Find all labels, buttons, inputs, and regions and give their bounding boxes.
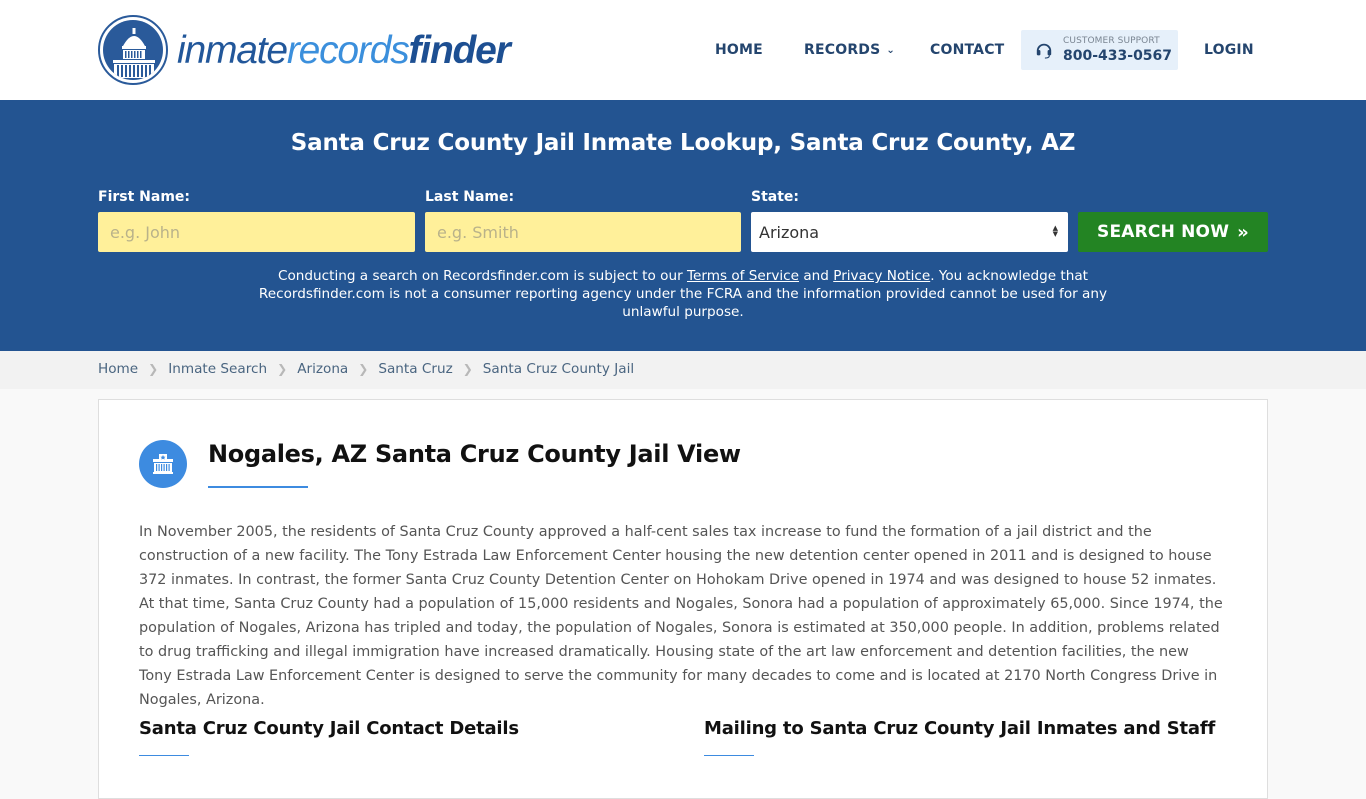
breadcrumb: Home ❯ Inmate Search ❯ Arizona ❯ Santa C… <box>0 351 1366 389</box>
nav-home[interactable]: HOME <box>715 42 763 58</box>
contact-details-heading: Santa Cruz County Jail Contact Details <box>139 718 519 739</box>
double-chevron-right-icon: » <box>1237 221 1249 243</box>
capitol-dome-icon <box>98 15 168 85</box>
page-title: Santa Cruz County Jail Inmate Lookup, Sa… <box>290 130 1076 156</box>
chevron-right-icon: ❯ <box>358 362 369 376</box>
mailing-heading-underline <box>704 755 754 756</box>
search-disclaimer: Conducting a search on Recordsfinder.com… <box>258 267 1108 321</box>
terms-of-service-link[interactable]: Terms of Service <box>687 268 799 284</box>
nav-contact[interactable]: CONTACT <box>930 42 1004 58</box>
first-name-input[interactable] <box>98 212 415 252</box>
logo-wordmark: inmaterecordsfinder <box>177 28 511 72</box>
chevron-right-icon: ❯ <box>462 362 473 376</box>
logo-text-finder: finder <box>408 28 511 72</box>
support-label: CUSTOMER SUPPORT <box>1063 36 1160 46</box>
breadcrumb-santa-cruz-county-jail[interactable]: Santa Cruz County Jail <box>483 361 634 377</box>
logo-text-inmate: inmate <box>177 28 288 72</box>
privacy-notice-link[interactable]: Privacy Notice <box>833 268 930 284</box>
state-select-value: Arizona <box>759 222 820 242</box>
breadcrumb-arizona[interactable]: Arizona <box>297 361 348 377</box>
state-select[interactable]: Arizona ▲ ▼ <box>751 212 1068 252</box>
last-name-label: Last Name: <box>425 189 515 205</box>
select-arrows-icon: ▲ ▼ <box>1052 224 1058 238</box>
search-now-button[interactable]: SEARCH NOW » <box>1078 212 1268 252</box>
disclaimer-text-1: Conducting a search on Recordsfinder.com… <box>277 268 687 284</box>
site-logo[interactable]: inmaterecordsfinder <box>98 15 511 85</box>
last-name-input[interactable] <box>425 212 741 252</box>
chevron-down-icon: ⌄ <box>886 45 895 56</box>
nav-records-label: RECORDS <box>804 42 881 58</box>
site-header: inmaterecordsfinder HOME RECORDS ⌄ CONTAC… <box>0 0 1366 100</box>
mailing-heading: Mailing to Santa Cruz County Jail Inmate… <box>704 718 1216 739</box>
nav-records-dropdown[interactable]: RECORDS ⌄ <box>804 42 895 58</box>
first-name-label: First Name: <box>98 189 191 205</box>
title-underline <box>208 486 308 488</box>
chevron-right-icon: ❯ <box>277 362 288 376</box>
support-phone-number: 800-433-0567 <box>1063 48 1173 64</box>
customer-support-phone[interactable]: CUSTOMER SUPPORT 800-433-0567 <box>1021 30 1178 70</box>
section-title: Nogales, AZ Santa Cruz County Jail View <box>208 440 741 468</box>
breadcrumb-home[interactable]: Home <box>98 361 138 377</box>
jail-building-icon <box>139 440 187 488</box>
chevron-right-icon: ❯ <box>148 362 159 376</box>
contact-heading-underline <box>139 755 189 756</box>
nav-login[interactable]: LOGIN <box>1204 42 1254 58</box>
logo-text-records: records <box>286 28 410 72</box>
headset-icon <box>1036 43 1052 59</box>
jail-description: In November 2005, the residents of Santa… <box>139 524 1223 708</box>
search-hero: Santa Cruz County Jail Inmate Lookup, Sa… <box>0 100 1366 351</box>
breadcrumb-inmate-search[interactable]: Inmate Search <box>168 361 267 377</box>
state-label: State: <box>751 189 800 205</box>
disclaimer-text-2: and <box>799 268 834 284</box>
jail-info-card: Nogales, AZ Santa Cruz County Jail View … <box>98 399 1268 799</box>
search-button-label: SEARCH NOW <box>1097 222 1230 242</box>
breadcrumb-santa-cruz[interactable]: Santa Cruz <box>378 361 452 377</box>
